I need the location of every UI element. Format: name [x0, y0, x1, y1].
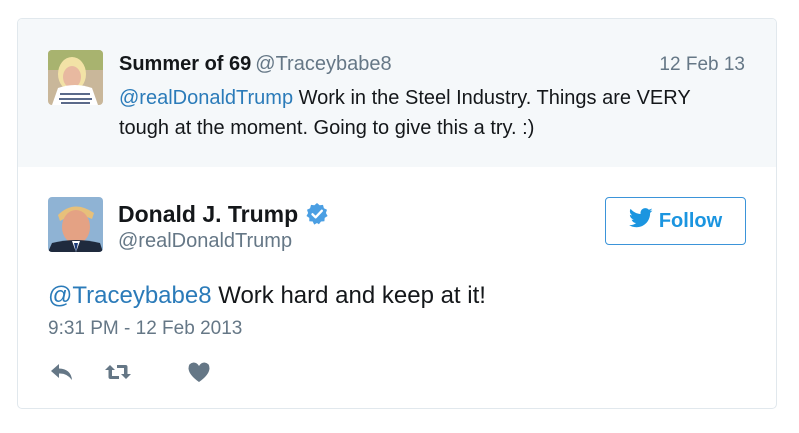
follow-label: Follow — [658, 209, 723, 232]
parent-tweet-text: @realDonaldTrump Work in the Steel Indus… — [119, 83, 739, 143]
author-display-name[interactable]: Donald J. Trump — [118, 199, 298, 229]
parent-date[interactable]: 12 Feb 13 — [659, 54, 745, 76]
parent-handle[interactable]: @Traceybabe8 — [255, 53, 391, 75]
retweet-icon[interactable] — [104, 359, 132, 385]
author-handle[interactable]: @realDonaldTrump — [118, 230, 292, 253]
follow-button[interactable]: Follow — [605, 197, 746, 245]
parent-display-name[interactable]: Summer of 69 — [119, 53, 251, 75]
tweet-timestamp[interactable]: 9:31 PM - 12 Feb 2013 — [48, 318, 242, 340]
reply-icon[interactable] — [48, 359, 76, 385]
author-name-row[interactable]: Donald J. Trump — [118, 199, 329, 229]
tweet-embed-card: Summer of 69 @Traceybabe8 12 Feb 13 @real… — [17, 18, 777, 409]
parent-mention-link[interactable]: @realDonaldTrump — [119, 87, 293, 109]
mention-link[interactable]: @Traceybabe8 — [48, 282, 212, 309]
tweet-text: @Traceybabe8 Work hard and keep at it! — [48, 281, 486, 311]
twitter-bird-icon — [628, 208, 653, 234]
tweet-text-body: Work hard and keep at it! — [211, 282, 486, 309]
parent-author[interactable]: Summer of 69 @Traceybabe8 — [119, 51, 392, 77]
verified-badge-icon — [305, 202, 329, 226]
parent-avatar[interactable] — [48, 50, 103, 105]
heart-icon[interactable] — [185, 359, 213, 385]
in-reply-to-tweet[interactable]: Summer of 69 @Traceybabe8 12 Feb 13 @real… — [18, 19, 776, 167]
author-avatar[interactable] — [48, 197, 103, 252]
